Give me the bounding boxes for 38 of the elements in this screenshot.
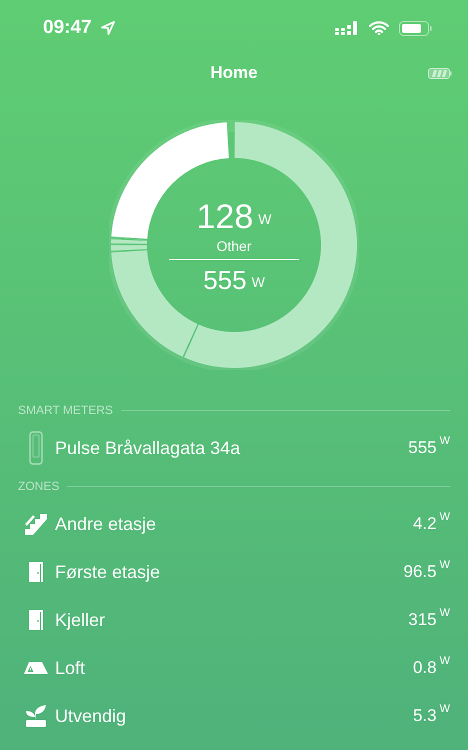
meter-icon xyxy=(28,431,42,465)
page-title: Home xyxy=(210,63,258,83)
row-name[interactable]: Pulse Bråvallagata 34a xyxy=(55,438,240,458)
unit-label: W xyxy=(440,559,450,571)
section-title: SMART METERS xyxy=(18,403,113,417)
unit-label: W xyxy=(440,655,450,667)
other-label: Other xyxy=(216,238,252,254)
row-value: 5.3 xyxy=(412,706,437,725)
row-value: 96.5 xyxy=(404,562,437,581)
attic-icon xyxy=(24,661,48,675)
row-value: 315 xyxy=(408,610,437,629)
unit-label: W xyxy=(440,703,450,715)
other-value: 128 xyxy=(196,198,254,236)
unit-label: W xyxy=(440,607,450,619)
door-icon xyxy=(28,561,44,583)
row-name[interactable]: Loft xyxy=(55,658,86,678)
row-value: 555 xyxy=(408,438,437,457)
row-name[interactable]: Første etasje xyxy=(55,562,160,582)
row-name[interactable]: Andre etasje xyxy=(55,514,156,534)
row-name[interactable]: Utvendig xyxy=(55,706,126,726)
battery-icon xyxy=(399,20,432,36)
status-time: 09:47 xyxy=(43,17,92,39)
unit-label: W xyxy=(440,435,450,447)
row-value: 0.8 xyxy=(412,658,437,677)
wifi-icon xyxy=(369,21,389,35)
unit-label: W xyxy=(252,274,265,290)
signal-icon xyxy=(335,21,359,35)
total-value: 555 xyxy=(203,265,247,295)
row-name[interactable]: Kjeller xyxy=(55,610,106,630)
location-arrow-icon xyxy=(100,20,116,36)
plant-icon xyxy=(24,704,46,728)
row-value: 4.2 xyxy=(412,514,437,533)
section-title: ZONES xyxy=(18,479,60,493)
battery-icon[interactable] xyxy=(428,68,452,79)
door-icon xyxy=(28,609,44,631)
unit-label: W xyxy=(440,511,450,523)
unit-label: W xyxy=(258,211,272,227)
stairs-icon xyxy=(24,513,48,535)
